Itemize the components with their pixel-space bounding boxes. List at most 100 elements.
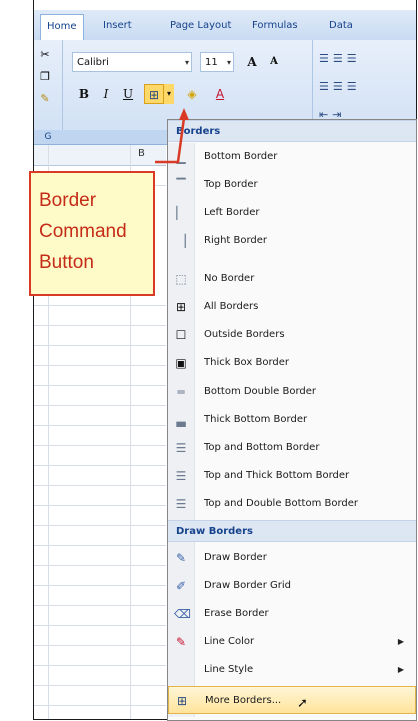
menu-item-line-style[interactable]: Line Style ▶ — [168, 656, 416, 684]
fill-color-icon[interactable]: ◈ — [182, 84, 202, 104]
menu-item-draw-border[interactable]: ✎ Draw Border — [168, 544, 416, 572]
thick-box-border-icon: ▣ — [175, 356, 187, 370]
borders-button[interactable]: ⊞ — [144, 84, 164, 104]
menu-item-bottom-border[interactable]: ▁ Bottom Border — [168, 143, 416, 171]
grid-row-line — [34, 545, 166, 546]
grid-row-line — [34, 445, 166, 446]
top-bottom-border-icon: ☰ — [175, 441, 187, 455]
menu-item-line-color[interactable]: ✎ Line Color ▶ — [168, 628, 416, 656]
menu-item-no-border[interactable]: ⬚ No Border — [168, 265, 416, 293]
menu-item-right-border[interactable]: ▕ Right Border — [168, 227, 416, 255]
submenu-arrow-icon: ▶ — [397, 665, 404, 674]
grid-row-line — [34, 465, 166, 466]
menu-item-draw-border-grid[interactable]: ✐ Draw Border Grid — [168, 572, 416, 600]
menu-item-label: Outside Borders — [204, 329, 285, 340]
menu-item-left-border[interactable]: ▏ Left Border — [168, 199, 416, 227]
italic-button[interactable]: I — [96, 84, 116, 104]
grid-row-line — [34, 505, 166, 506]
grid-row-line — [34, 605, 166, 606]
line-color-icon: ✎ — [175, 635, 187, 649]
format-painter-icon[interactable]: ✎ — [38, 92, 52, 106]
more-borders-icon: ⊞ — [176, 694, 188, 708]
menu-item-top-and-double-bottom-border[interactable]: ☰ Top and Double Bottom Border — [168, 490, 416, 518]
menu-item-label: Top Border — [204, 179, 258, 190]
menu-item-erase-border[interactable]: ⌫ Erase Border — [168, 600, 416, 628]
top-double-bottom-border-icon: ☰ — [175, 497, 187, 511]
borders-dropdown-menu: Borders ▁ Bottom Border ▔ Top Border ▏ L… — [167, 119, 417, 721]
eraser-icon: ⌫ — [174, 607, 191, 621]
no-border-icon: ⬚ — [175, 272, 187, 286]
menu-item-top-and-bottom-border[interactable]: ☰ Top and Bottom Border — [168, 434, 416, 462]
tab-data[interactable]: Data — [329, 15, 353, 37]
tab-home[interactable]: Home — [40, 14, 84, 41]
grid-row-line — [34, 405, 166, 406]
menu-item-top-and-thick-bottom-border[interactable]: ☰ Top and Thick Bottom Border — [168, 462, 416, 490]
draw-border-grid-icon: ✐ — [175, 579, 187, 593]
underline-button[interactable]: U — [118, 84, 138, 104]
menu-item-label: Line Color — [204, 636, 255, 647]
font-color-button[interactable]: A — [210, 84, 230, 104]
menu-item-label: Thick Bottom Border — [204, 414, 308, 425]
grow-font-button[interactable]: A — [242, 52, 262, 72]
menu-item-label: Thick Box Border — [204, 357, 289, 368]
shrink-font-button[interactable]: A — [264, 52, 284, 72]
draw-borders-section-header: Draw Borders — [168, 520, 416, 542]
grid-row-line — [34, 425, 166, 426]
grid-row-line — [34, 685, 166, 686]
menu-item-label: Draw Border Grid — [204, 580, 291, 591]
bold-button[interactable]: B — [74, 84, 94, 104]
menu-item-thick-box-border[interactable]: ▣ Thick Box Border — [168, 349, 416, 377]
menu-item-label: Bottom Border — [204, 151, 278, 162]
tab-formulas[interactable]: Formulas — [252, 15, 298, 37]
menu-item-bottom-double-border[interactable]: ═ Bottom Double Border — [168, 378, 416, 406]
menu-item-label: Draw Border — [204, 552, 267, 563]
line-style-icon — [174, 663, 188, 677]
menu-item-label: More Borders... — [205, 695, 282, 706]
font-name-value: Calibri — [77, 57, 109, 68]
tab-insert[interactable]: Insert — [103, 15, 132, 37]
grid-row-line — [34, 345, 166, 346]
menu-item-label: Left Border — [204, 207, 260, 218]
grid-row-line — [34, 365, 166, 366]
grid-row-line — [34, 645, 166, 646]
grid-row-line — [34, 525, 166, 526]
grid-row-line — [34, 485, 166, 486]
draw-border-icon: ✎ — [175, 551, 187, 565]
font-size-box[interactable]: 11 ▾ — [200, 52, 234, 72]
grid-row-line — [34, 625, 166, 626]
chevron-down-icon: ▾ — [184, 58, 189, 67]
callout-line-3: Button — [39, 252, 94, 273]
borders-dropdown-arrow[interactable]: ▾ — [164, 84, 174, 104]
menu-item-label: Erase Border — [204, 608, 269, 619]
cut-icon[interactable]: ✂ — [38, 48, 52, 62]
outside-borders-icon: ☐ — [175, 328, 187, 342]
right-border-icon: ▕ — [176, 234, 186, 248]
clipboard-group-caption: G — [34, 130, 62, 144]
menu-item-thick-bottom-border[interactable]: ▃ Thick Bottom Border — [168, 406, 416, 434]
align-left-icons[interactable]: ☰☰☰ — [319, 80, 361, 98]
callout-line-2: Command — [39, 221, 127, 242]
menu-item-label: All Borders — [204, 301, 259, 312]
copy-icon[interactable]: ❐ — [38, 70, 52, 84]
menu-item-top-border[interactable]: ▔ Top Border — [168, 171, 416, 199]
menu-item-label: Top and Bottom Border — [204, 442, 320, 453]
grid-row-line — [34, 305, 166, 306]
menu-item-more-borders[interactable]: ⊞ More Borders... ➚ — [168, 686, 416, 714]
mouse-pointer-icon: ➚ — [297, 696, 308, 711]
borders-section-header: Borders — [168, 120, 416, 142]
clipboard-group: ✂ ❐ ✎ G — [34, 40, 63, 144]
menu-item-all-borders[interactable]: ⊞ All Borders — [168, 293, 416, 321]
align-top-icons[interactable]: ☰☰☰ — [319, 52, 361, 70]
left-border-icon: ▏ — [176, 206, 186, 220]
menu-item-label: Right Border — [204, 235, 268, 246]
bottom-border-icon: ▁ — [176, 150, 186, 164]
grid-row-line — [34, 585, 166, 586]
menu-item-outside-borders[interactable]: ☐ Outside Borders — [168, 321, 416, 349]
callout-line-1: Border — [39, 190, 97, 211]
menu-item-label: Top and Double Bottom Border — [204, 498, 359, 509]
tab-page-layout[interactable]: Page Layout — [170, 15, 231, 37]
grid-row-line — [34, 705, 166, 706]
chevron-down-icon: ▾ — [226, 58, 231, 67]
submenu-arrow-icon: ▶ — [397, 637, 404, 646]
font-name-box[interactable]: Calibri ▾ — [72, 52, 192, 72]
